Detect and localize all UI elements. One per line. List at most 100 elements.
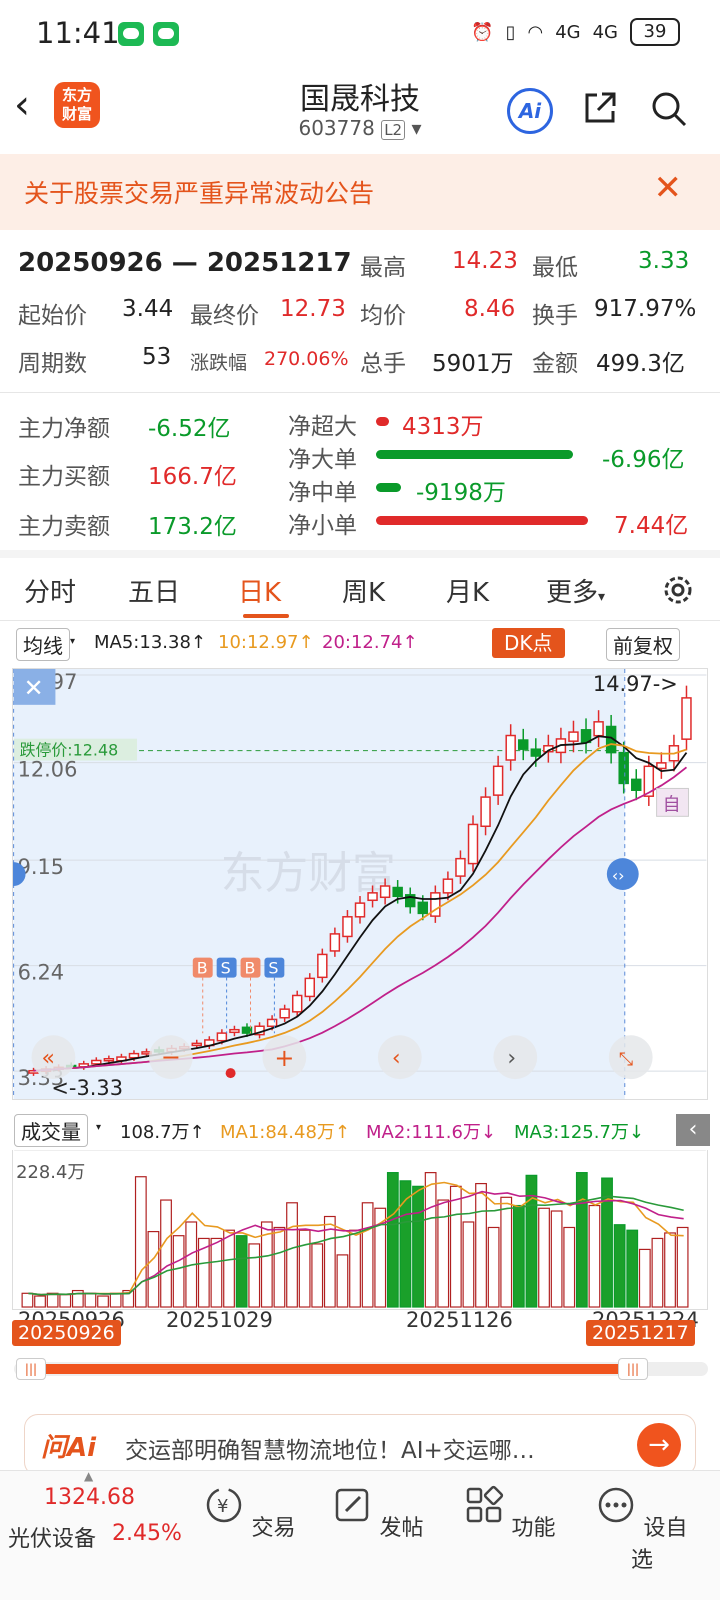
volume-bar — [59, 1294, 72, 1308]
volume-bar — [210, 1237, 223, 1308]
ma20-value: 20:12.74↑ — [322, 632, 418, 653]
candle — [455, 857, 466, 877]
volume-bar — [34, 1295, 46, 1308]
close-icon[interactable]: ✕ — [654, 168, 683, 208]
main-net-label: 主力净额 — [18, 416, 110, 442]
indicator-select[interactable]: 均线 — [16, 628, 70, 661]
volume-bar — [626, 1229, 639, 1308]
turnover-label: 换手 — [532, 303, 578, 329]
range-start-handle[interactable]: ||| — [16, 1358, 46, 1380]
volume-bar — [575, 1172, 588, 1308]
volume-bar — [46, 1292, 59, 1308]
kline-chart[interactable]: 14.9712.069.156.243.33 东方财富 跌停价:12.48 ✕ … — [12, 668, 708, 1100]
trade-marker-label: S — [268, 959, 278, 978]
add-watchlist-button[interactable]: 设自选 — [592, 1485, 692, 1574]
ask-ai-bar[interactable]: 问Ai 交运部明确智慧物流地位！AI+交运哪… → — [24, 1414, 696, 1476]
auto-label[interactable]: 自 — [663, 794, 681, 815]
tab-intraday[interactable]: 分时 — [24, 572, 76, 609]
volume-bar — [588, 1204, 601, 1308]
announcement-banner[interactable]: 关于股票交易严重异常波动公告 ✕ — [0, 154, 720, 230]
candle — [392, 886, 403, 898]
candle — [329, 933, 341, 952]
tab-daily-k[interactable]: 日K — [238, 572, 281, 609]
volume-bar — [424, 1172, 437, 1308]
sector-name[interactable]: 光伏设备 — [8, 1521, 96, 1553]
trade-button[interactable]: ¥ 交易 — [200, 1485, 300, 1542]
level-badge: L2 — [381, 120, 406, 140]
wechat-icon-2 — [153, 22, 179, 46]
main-sell-label: 主力卖额 — [18, 514, 110, 540]
volume-indicator-select[interactable]: 成交量 — [14, 1114, 88, 1147]
candle — [317, 953, 328, 979]
volume-bar — [273, 1226, 286, 1308]
sector-index-value[interactable]: 1324.68 — [44, 1485, 135, 1510]
plus-icon[interactable]: + — [274, 1044, 294, 1072]
post-button[interactable]: 发帖 — [328, 1485, 428, 1542]
volume-bar — [298, 1229, 311, 1308]
gear-icon[interactable] — [660, 572, 696, 608]
y-axis-label: 6.24 — [18, 961, 65, 985]
functions-button[interactable]: 功能 — [460, 1485, 560, 1542]
amount-label: 金额 — [532, 351, 578, 377]
candle — [618, 751, 629, 785]
adjust-select[interactable]: 前复权 — [606, 628, 680, 661]
search-icon[interactable] — [650, 90, 688, 128]
sector-change[interactable]: 2.45% — [112, 1521, 182, 1546]
tab-more[interactable]: 更多▾ — [546, 572, 605, 609]
fund-flow: 主力净额 -6.52亿 主力买额 166.7亿 主力卖额 173.2亿 净超大 … — [0, 395, 720, 545]
candle — [480, 796, 491, 828]
caret-up-icon: ▲ — [84, 1469, 94, 1483]
tab-monthly-k[interactable]: 月K — [446, 572, 489, 609]
candle — [505, 734, 516, 761]
candle — [266, 1018, 278, 1028]
volume-bar — [613, 1224, 626, 1308]
range-end-handle[interactable]: ||| — [618, 1358, 648, 1380]
volume-bar — [109, 1292, 122, 1308]
double-left-icon[interactable]: « — [41, 1046, 54, 1071]
wechat-icon — [118, 22, 144, 46]
minus-icon[interactable]: − — [161, 1043, 181, 1071]
candle — [593, 721, 604, 737]
volume-bar — [248, 1243, 261, 1308]
stock-header: ‹ 东方 财富 国晟科技 603778 L2 ▾ Ai — [0, 68, 720, 152]
periods-label: 周期数 — [18, 351, 87, 377]
ask-ai-text[interactable]: 交运部明确智慧物流地位！AI+交运哪… — [125, 1431, 635, 1465]
close-icon[interactable]: ✕ — [24, 674, 44, 702]
event-dot — [225, 1068, 236, 1079]
volume-bar — [160, 1199, 172, 1308]
interval-stats: 20250926 — 20251217 最高 14.23 最低 3.33 起始价… — [0, 232, 720, 392]
tab-five-day[interactable]: 五日 — [128, 572, 180, 609]
limit-down-label: 跌停价:12.48 — [20, 741, 119, 760]
ai-button[interactable]: Ai — [507, 88, 553, 134]
share-icon[interactable] — [582, 90, 618, 126]
candle — [354, 902, 366, 918]
trade-marker-label: B — [245, 959, 256, 978]
main-net-value: -6.52亿 — [148, 416, 231, 442]
tab-weekly-k[interactable]: 周K — [342, 572, 385, 609]
net-large-label: 净大单 — [288, 447, 357, 473]
volume-axis-label: 228.4万 — [16, 1162, 85, 1183]
chevron-right-icon[interactable]: › — [507, 1046, 516, 1071]
arrow-right-icon[interactable]: → — [637, 1423, 681, 1467]
announcement-text[interactable]: 关于股票交易严重异常波动公告 — [24, 174, 374, 210]
ma10-value: 10:12.97↑ — [218, 632, 314, 653]
candle — [442, 878, 454, 894]
ma5-value: MA5:13.38↑ — [94, 632, 206, 653]
volume-bar — [84, 1292, 97, 1308]
end-label: 最终价 — [190, 303, 259, 329]
chevron-down-icon: ▾ — [411, 116, 422, 140]
signal-icon-2: 4G — [592, 21, 618, 43]
collapse-icon[interactable]: ‹ — [676, 1114, 710, 1146]
volume-value: 108.7万↑ — [120, 1122, 205, 1143]
net-xlarge-value: 4313万 — [402, 414, 484, 440]
chevron-left-icon[interactable]: ‹ — [392, 1046, 401, 1071]
ma-legend: 均线 ▾ MA5:13.38↑ 10:12.97↑ 20:12.74↑ DK点 … — [0, 628, 720, 662]
volume-chart[interactable]: 228.4万 — [12, 1150, 708, 1310]
volume-bar — [638, 1248, 651, 1308]
expand-icon[interactable]: ⤡ — [619, 1049, 633, 1070]
net-medium-value: -9198万 — [416, 480, 506, 506]
dk-point-button[interactable]: DK点 — [492, 628, 565, 658]
volume-value: 5901万 — [432, 351, 514, 377]
volume-bar — [97, 1295, 109, 1308]
net-xlarge-label: 净超大 — [288, 414, 357, 440]
